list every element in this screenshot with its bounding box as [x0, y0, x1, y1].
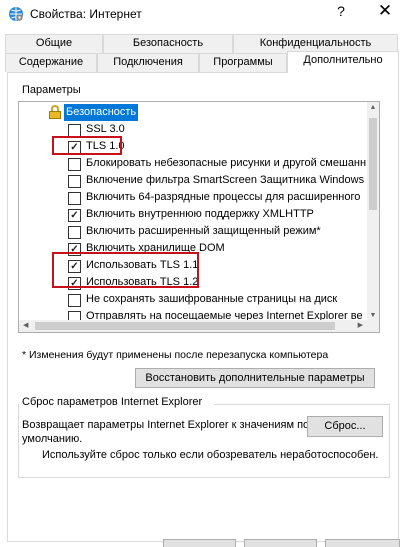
apply-button[interactable] — [325, 539, 400, 547]
scroll-down-icon[interactable]: ▼ — [367, 312, 379, 319]
ok-button[interactable] — [163, 539, 236, 547]
tab-advanced[interactable]: Дополнительно — [287, 51, 399, 73]
tab-content[interactable]: Содержание — [5, 53, 97, 72]
restore-advanced-button[interactable]: Восстановить дополнительные параметры — [135, 368, 375, 388]
tab-connections[interactable]: Подключения — [97, 53, 199, 72]
list-item-label: Не сохранять зашифрованные страницы на д… — [86, 293, 338, 305]
help-button[interactable]: ? — [331, 3, 351, 19]
list-item-label: Включить расширенный защищенный режим* — [86, 225, 321, 237]
tab-programs[interactable]: Программы — [199, 53, 287, 72]
title-bar: Свойства: Интернет ? ✕ — [0, 0, 408, 30]
advanced-panel: Параметры Безопасность SSL 3.0 ✓ TLS 1.0… — [7, 72, 399, 542]
reset-button[interactable]: Сброс... — [307, 416, 383, 437]
checkbox[interactable] — [68, 158, 81, 171]
list-item-label: Включение фильтра SmartScreen Защитника … — [86, 174, 365, 186]
list-item-64bit-processes[interactable]: Включить 64-разрядные процессы для расши… — [19, 189, 369, 206]
hscrollbar-thumb[interactable] — [35, 322, 335, 330]
internet-options-icon — [9, 7, 23, 21]
restart-note: * Изменения будут применены после переза… — [22, 349, 329, 361]
horizontal-scrollbar[interactable]: ◀ ▶ — [19, 320, 379, 332]
tab-security[interactable]: Безопасность — [103, 34, 233, 53]
tab-general[interactable]: Общие — [5, 34, 103, 53]
list-item-xmlhttp[interactable]: ✓ Включить внутреннюю поддержку XMLHTTP — [19, 206, 369, 223]
scroll-left-icon[interactable]: ◀ — [23, 321, 28, 329]
cancel-button[interactable] — [244, 539, 317, 547]
list-item-label: Безопасность — [64, 104, 139, 121]
checkbox[interactable] — [68, 294, 81, 307]
checkbox[interactable] — [68, 175, 81, 188]
params-label: Параметры — [22, 84, 81, 96]
reset-description: Возвращает параметры Internet Explorer к… — [22, 419, 310, 445]
list-item-no-save-encrypted[interactable]: Не сохранять зашифрованные страницы на д… — [19, 291, 369, 308]
scroll-up-icon[interactable]: ▲ — [367, 104, 379, 111]
list-item-smartscreen[interactable]: Включение фильтра SmartScreen Защитника … — [19, 172, 369, 189]
tab-strip: Общие Безопасность Конфиденциальность Со… — [0, 34, 408, 74]
vertical-scrollbar[interactable]: ▲ ▼ — [367, 102, 379, 321]
list-item-security-category[interactable]: Безопасность — [19, 104, 369, 121]
list-item-label: Блокировать небезопасные рисунки и друго… — [86, 157, 367, 169]
checkbox[interactable] — [68, 192, 81, 205]
window-title: Свойства: Интернет — [30, 7, 142, 21]
checkbox[interactable]: ✓ — [68, 209, 81, 222]
scrollbar-thumb[interactable] — [369, 118, 377, 210]
highlight-tls11-tls12 — [52, 252, 199, 288]
list-item-enhanced-protected-mode[interactable]: Включить расширенный защищенный режим* — [19, 223, 369, 240]
lock-icon — [49, 105, 61, 119]
list-item-block-mixed-content[interactable]: Блокировать небезопасные рисунки и друго… — [19, 155, 369, 172]
close-button[interactable]: ✕ — [372, 1, 398, 21]
list-item-label: Включить внутреннюю поддержку XMLHTTP — [86, 208, 314, 220]
list-item-label: Включить 64-разрядные процессы для расши… — [86, 191, 361, 203]
reset-note: Используйте сброс только если обозревате… — [42, 449, 379, 461]
checkbox[interactable] — [68, 226, 81, 239]
scroll-right-icon[interactable]: ▶ — [358, 321, 363, 329]
highlight-tls10 — [52, 136, 122, 155]
